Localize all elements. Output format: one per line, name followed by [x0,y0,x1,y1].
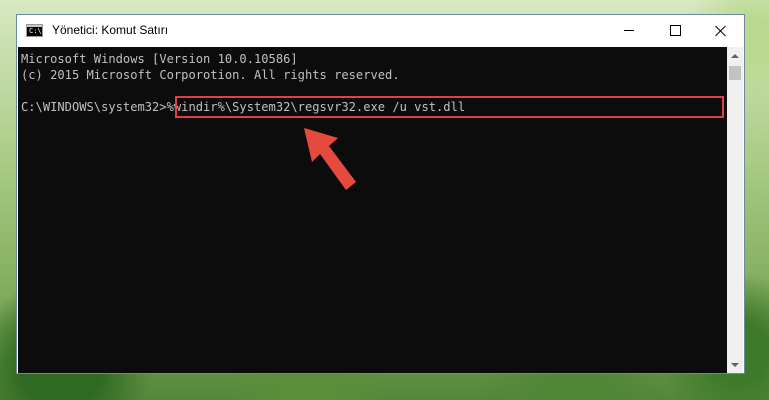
console-header-text: Microsoft Windows [Version 10.0.10586] (c… [21,51,400,83]
console-prompt: C:\WINDOWS\system32> [21,100,167,114]
scroll-up-arrow-icon [731,53,739,58]
console-output-area[interactable]: Microsoft Windows [Version 10.0.10586] (c… [18,47,728,373]
window-title: Yönetici: Komut Satırı [52,23,169,37]
command-prompt-icon[interactable]: C:\ [26,24,43,37]
pointer-arrow-shape [304,128,356,190]
command-prompt-window: C:\ Yönetici: Komut Satırı Microsoft Win… [16,14,745,374]
command-highlight-box [175,96,724,118]
close-button[interactable] [698,15,744,46]
console-line-version: Microsoft Windows [Version 10.0.10586] [21,52,298,66]
command-prompt-icon-glyph: C:\ [29,27,42,35]
maximize-icon [669,25,681,36]
pointer-arrow-icon [304,128,356,190]
scroll-down-arrow-icon [731,362,739,367]
vertical-scrollbar[interactable] [727,47,743,373]
maximize-button[interactable] [652,15,698,46]
scroll-down-button[interactable] [727,356,743,373]
minimize-icon [624,30,634,31]
console-line-copyright: (c) 2015 Microsoft Corporotion. All righ… [21,68,400,82]
minimize-button[interactable] [606,15,652,46]
close-icon [715,25,727,37]
title-bar[interactable]: C:\ Yönetici: Komut Satırı [17,15,744,47]
scroll-up-button[interactable] [727,47,743,64]
scrollbar-thumb[interactable] [729,66,741,80]
